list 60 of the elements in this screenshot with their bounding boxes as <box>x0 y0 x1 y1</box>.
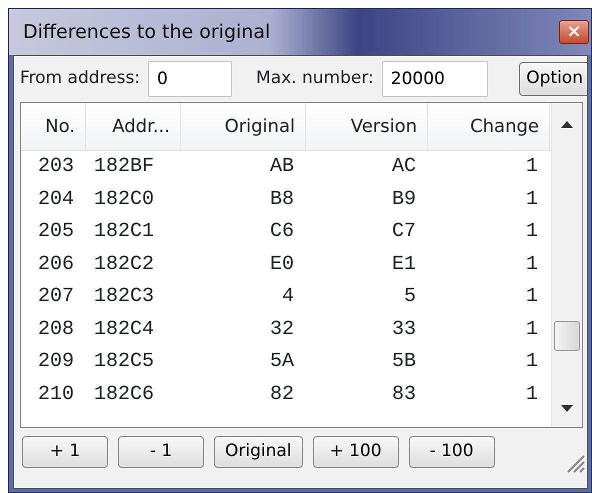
table-cell-text: 182BF <box>93 154 156 180</box>
table-cell-text: 1 <box>524 219 539 246</box>
table-cell-text: 182C0 <box>93 186 156 213</box>
column-header[interactable]: No. <box>21 103 86 150</box>
options-button[interactable]: Option <box>519 62 587 96</box>
table-cell-text: 82 <box>268 382 295 408</box>
table-cell-text: B8 <box>268 186 295 213</box>
table-cell-text: 1 <box>524 316 539 343</box>
table-cell-text: AC <box>390 154 417 180</box>
table-cell-text: 182C5 <box>93 349 156 376</box>
table-cell-text: 1 <box>524 186 539 213</box>
table-cell-text: 1 <box>524 349 539 376</box>
table-cell-text: 208 <box>36 316 75 343</box>
scrollbar[interactable] <box>551 103 582 427</box>
table-cell-text: 182C6 <box>93 382 156 408</box>
table-cell-text: 33 <box>390 316 417 343</box>
table-cell-text: 1 <box>524 252 539 278</box>
from-address-label: From address: <box>20 67 140 90</box>
scrollbar-thumb[interactable] <box>554 321 580 351</box>
table-cell-text: 207 <box>36 284 75 310</box>
table-cell-text: 205 <box>36 219 75 246</box>
scroll-down-icon[interactable] <box>561 405 573 412</box>
table-cell-text: 1 <box>524 154 539 180</box>
table-cell-text: 206 <box>36 252 75 278</box>
step-button[interactable]: + 100 <box>312 436 399 468</box>
table-cell-text: 5B <box>390 349 417 376</box>
table-cell-text: 1 <box>524 382 539 408</box>
table-cell-text: E1 <box>390 252 417 278</box>
table-cell-text: B9 <box>390 186 417 213</box>
table-cell-text: 182C1 <box>93 219 156 246</box>
table-cell-text: 5A <box>268 349 295 376</box>
window-title: Differences to the original <box>23 20 270 45</box>
table-cell-text: 203 <box>36 154 75 180</box>
step-button[interactable]: - 100 <box>408 436 495 468</box>
table-cell-text: 83 <box>390 382 417 408</box>
scroll-up-icon[interactable] <box>561 121 573 128</box>
table-cell-text: 210 <box>36 382 75 408</box>
step-button[interactable]: + 1 <box>22 436 108 468</box>
max-number-label: Max. number: <box>256 67 374 90</box>
table-cell-text: C7 <box>390 219 417 246</box>
table-cell-text: C6 <box>268 219 295 246</box>
table-cell-text: 4 <box>280 284 295 310</box>
table-cell-text: 1 <box>524 284 539 310</box>
table-cell-text: 182C2 <box>93 252 156 278</box>
table-cell-text: E0 <box>268 252 295 278</box>
column-header[interactable]: Change <box>428 103 550 150</box>
max-number-field[interactable]: 20000 <box>382 61 488 97</box>
column-header[interactable]: Version <box>306 103 428 150</box>
table-cell-text: 182C4 <box>93 316 156 343</box>
table-cell-text: AB <box>268 154 295 180</box>
column-header[interactable]: Addr... <box>86 103 181 150</box>
step-button[interactable]: Original <box>214 436 303 468</box>
column-header[interactable]: Original <box>181 103 306 150</box>
table-cell-text: 204 <box>36 186 75 213</box>
from-address-field[interactable]: 0 <box>148 61 232 97</box>
table-cell-text: 5 <box>402 284 417 310</box>
table-cell-text: 182C3 <box>93 284 156 310</box>
table-cell-text: 209 <box>36 349 75 376</box>
table-cell-text: 32 <box>268 316 295 343</box>
step-button[interactable]: - 1 <box>118 436 204 468</box>
